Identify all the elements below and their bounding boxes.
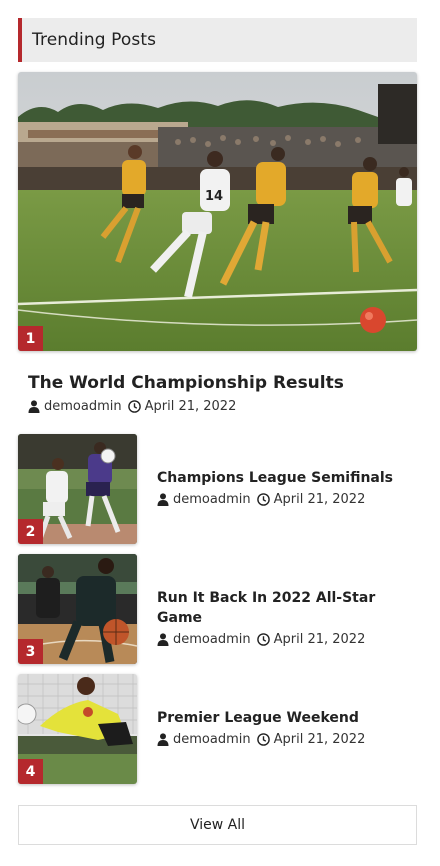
list-item[interactable]: 3 Run It Back In 2022 All-Star Game demo… [18, 554, 417, 664]
post-author[interactable]: demoadmin [173, 732, 251, 747]
clock-icon [256, 633, 270, 646]
post-title[interactable]: Champions League Semifinals [157, 468, 393, 488]
widget-title: Trending Posts [32, 30, 157, 50]
view-all-button[interactable]: View All [18, 805, 417, 845]
list-item-body: Run It Back In 2022 All-Star Game demoad… [137, 554, 417, 664]
post-list: 2 Champions League Semifinals demoadmin … [18, 434, 417, 784]
post-meta: demoadmin April 21, 2022 [157, 492, 393, 507]
list-item-body: Premier League Weekend demoadmin April 2… [137, 674, 371, 784]
post-author[interactable]: demoadmin [173, 492, 251, 507]
post-date[interactable]: April 21, 2022 [274, 732, 366, 747]
rank-badge: 1 [18, 326, 43, 351]
list-item-body: Champions League Semifinals demoadmin Ap… [137, 434, 393, 544]
rank-badge: 2 [18, 519, 43, 544]
post-date[interactable]: April 21, 2022 [274, 632, 366, 647]
post-thumbnail[interactable]: 4 [18, 674, 137, 784]
user-icon [157, 733, 169, 746]
list-item[interactable]: 2 Champions League Semifinals demoadmin … [18, 434, 417, 544]
user-icon [28, 400, 40, 413]
post-thumbnail[interactable]: 3 [18, 554, 137, 664]
rank-badge: 3 [18, 639, 43, 664]
clock-icon [127, 400, 141, 413]
post-meta: demoadmin April 21, 2022 [157, 732, 371, 747]
trending-posts-widget: Trending Posts 14 1 The World Championsh… [18, 18, 417, 794]
clock-icon [256, 733, 270, 746]
list-item[interactable]: 4 Premier League Weekend demoadmin April… [18, 674, 417, 784]
featured-post-title[interactable]: The World Championship Results [28, 372, 417, 394]
svg-text:14: 14 [205, 189, 223, 204]
user-icon [157, 493, 169, 506]
featured-post[interactable]: 14 1 The World Championship Results demo… [18, 72, 417, 414]
user-icon [157, 633, 169, 646]
clock-icon [256, 493, 270, 506]
post-meta: demoadmin April 21, 2022 [157, 632, 417, 647]
post-thumbnail[interactable]: 2 [18, 434, 137, 544]
post-meta: demoadmin April 21, 2022 [28, 399, 417, 414]
post-date[interactable]: April 21, 2022 [145, 399, 237, 414]
post-title[interactable]: Premier League Weekend [157, 708, 371, 728]
featured-post-image[interactable]: 14 1 [18, 72, 417, 351]
post-author[interactable]: demoadmin [173, 632, 251, 647]
post-date[interactable]: April 21, 2022 [274, 492, 366, 507]
rank-badge: 4 [18, 759, 43, 784]
post-author[interactable]: demoadmin [44, 399, 122, 414]
post-title[interactable]: Run It Back In 2022 All-Star Game [157, 588, 417, 628]
soccer-match-photo: 14 [18, 72, 417, 351]
widget-header: Trending Posts [18, 18, 417, 62]
